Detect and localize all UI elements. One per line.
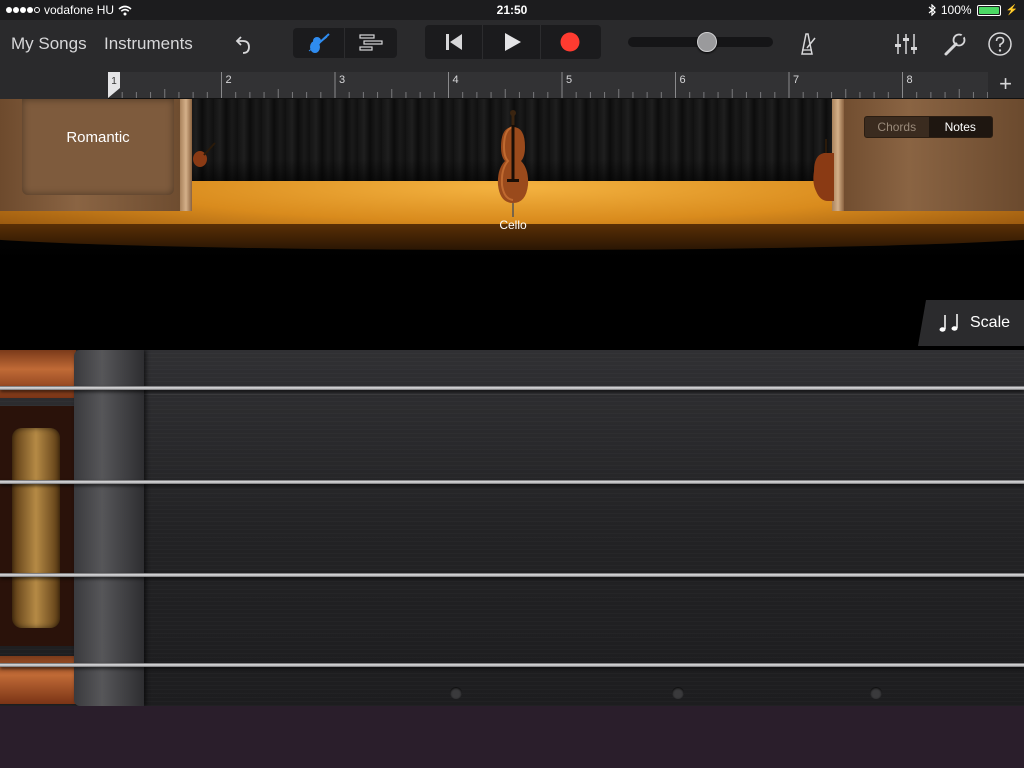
instruments-button[interactable]: Instruments bbox=[104, 34, 193, 54]
record-button[interactable] bbox=[541, 25, 599, 59]
garageband-app: vodafone HU 21:50 100% ⚡ My Songs Instru… bbox=[0, 0, 1024, 768]
position-marker bbox=[870, 687, 882, 699]
toolbar: My Songs Instruments bbox=[0, 20, 1024, 68]
settings-wrench-icon[interactable] bbox=[941, 30, 969, 58]
ruler-bar-label: 8 bbox=[907, 74, 913, 86]
play-icon bbox=[504, 33, 521, 51]
stage-pillar-left bbox=[180, 99, 192, 211]
instrument-stage: Romantic Chords Notes Cello bbox=[0, 99, 1024, 259]
svg-text:1: 1 bbox=[111, 76, 117, 87]
carrier-name: vodafone HU bbox=[44, 3, 115, 17]
string-1[interactable] bbox=[0, 386, 1024, 390]
violin-left-icon[interactable] bbox=[192, 139, 216, 171]
ruler-bar-label: 5 bbox=[566, 74, 572, 86]
string-4[interactable] bbox=[0, 663, 1024, 667]
chords-mode-button[interactable]: Chords bbox=[865, 117, 929, 137]
view-switcher bbox=[293, 28, 397, 58]
clock: 21:50 bbox=[496, 3, 528, 17]
instrument-name: Cello bbox=[499, 218, 527, 232]
ruler-lead bbox=[0, 68, 108, 99]
notes-mode-button[interactable]: Notes bbox=[928, 117, 992, 137]
music-notes-icon bbox=[939, 314, 958, 332]
cello-icon[interactable] bbox=[492, 109, 534, 219]
add-section-button[interactable]: + bbox=[999, 73, 1012, 95]
ruler-bar-label: 2 bbox=[226, 74, 232, 86]
stage-wall-left: Romantic bbox=[0, 99, 192, 211]
tracks-view-button[interactable] bbox=[345, 28, 397, 58]
bass-right-icon[interactable] bbox=[810, 139, 834, 203]
bottom-area bbox=[0, 706, 1024, 768]
chords-notes-toggle: Chords Notes bbox=[864, 116, 993, 138]
instrument-view-icon bbox=[308, 33, 330, 53]
tailpiece-ornament bbox=[12, 428, 60, 628]
play-button[interactable] bbox=[483, 25, 541, 59]
volume-knob[interactable] bbox=[697, 32, 717, 52]
rewind-icon bbox=[445, 34, 462, 50]
battery-level bbox=[978, 6, 999, 14]
status-bar: vodafone HU 21:50 100% ⚡ bbox=[0, 0, 1024, 20]
master-volume-slider[interactable] bbox=[628, 32, 773, 52]
string-2[interactable] bbox=[0, 480, 1024, 484]
status-left: vodafone HU bbox=[6, 3, 132, 17]
undo-icon[interactable] bbox=[229, 30, 257, 58]
tuning-peg-top bbox=[0, 350, 76, 398]
wifi-icon bbox=[118, 5, 132, 15]
fingerboard-band bbox=[142, 394, 1024, 395]
scale-label: Scale bbox=[970, 314, 1011, 331]
ruler-bars[interactable]: 2 3 4 5 6 7 8 bbox=[108, 72, 988, 98]
rewind-button[interactable] bbox=[425, 25, 483, 59]
signal-strength-icon bbox=[6, 7, 40, 13]
ruler-bar-label: 3 bbox=[339, 74, 345, 86]
mixer-icon[interactable] bbox=[892, 30, 920, 58]
fingerboard-nut bbox=[74, 350, 144, 706]
bluetooth-icon bbox=[928, 4, 936, 16]
stage-title-panel bbox=[22, 99, 174, 195]
status-right: 100% ⚡ bbox=[928, 3, 1018, 17]
scale-button[interactable]: Scale bbox=[918, 300, 1024, 346]
tracks-view-icon bbox=[359, 34, 383, 51]
metronome-icon[interactable] bbox=[793, 30, 821, 58]
instrument-view-button[interactable] bbox=[293, 28, 345, 58]
string-3[interactable] bbox=[0, 573, 1024, 577]
ruler-bar-label: 4 bbox=[453, 74, 459, 86]
position-marker bbox=[672, 687, 684, 699]
playhead-icon[interactable]: 1 bbox=[108, 72, 122, 98]
stage-title: Romantic bbox=[66, 129, 130, 146]
transport-controls bbox=[425, 25, 601, 59]
ruler-bar-label: 6 bbox=[680, 74, 686, 86]
record-icon bbox=[560, 32, 580, 52]
ruler-bar-label: 7 bbox=[793, 74, 799, 86]
wood-grain bbox=[0, 350, 1024, 706]
fingerboard[interactable] bbox=[0, 350, 1024, 706]
position-marker bbox=[450, 687, 462, 699]
battery-percent: 100% bbox=[940, 3, 972, 17]
charging-icon: ⚡ bbox=[1005, 4, 1018, 16]
my-songs-button[interactable]: My Songs bbox=[11, 34, 87, 54]
battery-icon bbox=[976, 4, 1001, 16]
help-icon[interactable] bbox=[986, 30, 1014, 58]
timeline-ruler[interactable]: 2 3 4 5 6 7 8 1 + bbox=[0, 68, 1024, 99]
